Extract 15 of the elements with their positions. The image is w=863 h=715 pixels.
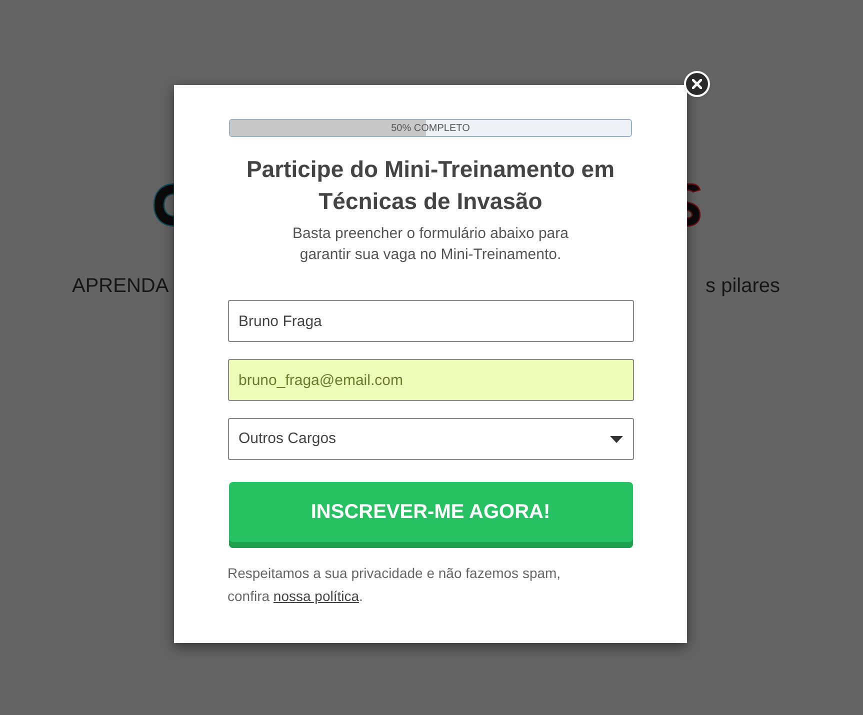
policy-link[interactable]: nossa política — [273, 588, 360, 604]
close-icon — [692, 79, 702, 89]
input-field[interactable]: Bruno Fraga — [228, 300, 634, 342]
close-button[interactable] — [684, 71, 710, 97]
privacy-note: Respeitamos a sua privacidade e não fazemos spam, confira nossa política. — [228, 564, 562, 606]
logo-fragment-drawing — [687, 182, 701, 228]
modal-subtitle: Basta preencher o formulário abaixo para garantir sua vaga no Mini-Treinamento. — [292, 224, 570, 265]
dropdown-field[interactable]: Outros Cargos — [228, 418, 634, 460]
tagline-text: s pilares — [704, 274, 780, 299]
modal-title: Participe do Mini-Treinamento em Técnicas de Invasão — [245, 155, 616, 216]
input-field[interactable]: bruno_fraga@email.com — [228, 359, 634, 401]
progress-label: 50% COMPLETO — [391, 122, 470, 136]
tagline-text: APRENDA — [72, 274, 169, 299]
caret-icon — [610, 436, 622, 442]
logo-fragment-drawing — [153, 182, 174, 228]
